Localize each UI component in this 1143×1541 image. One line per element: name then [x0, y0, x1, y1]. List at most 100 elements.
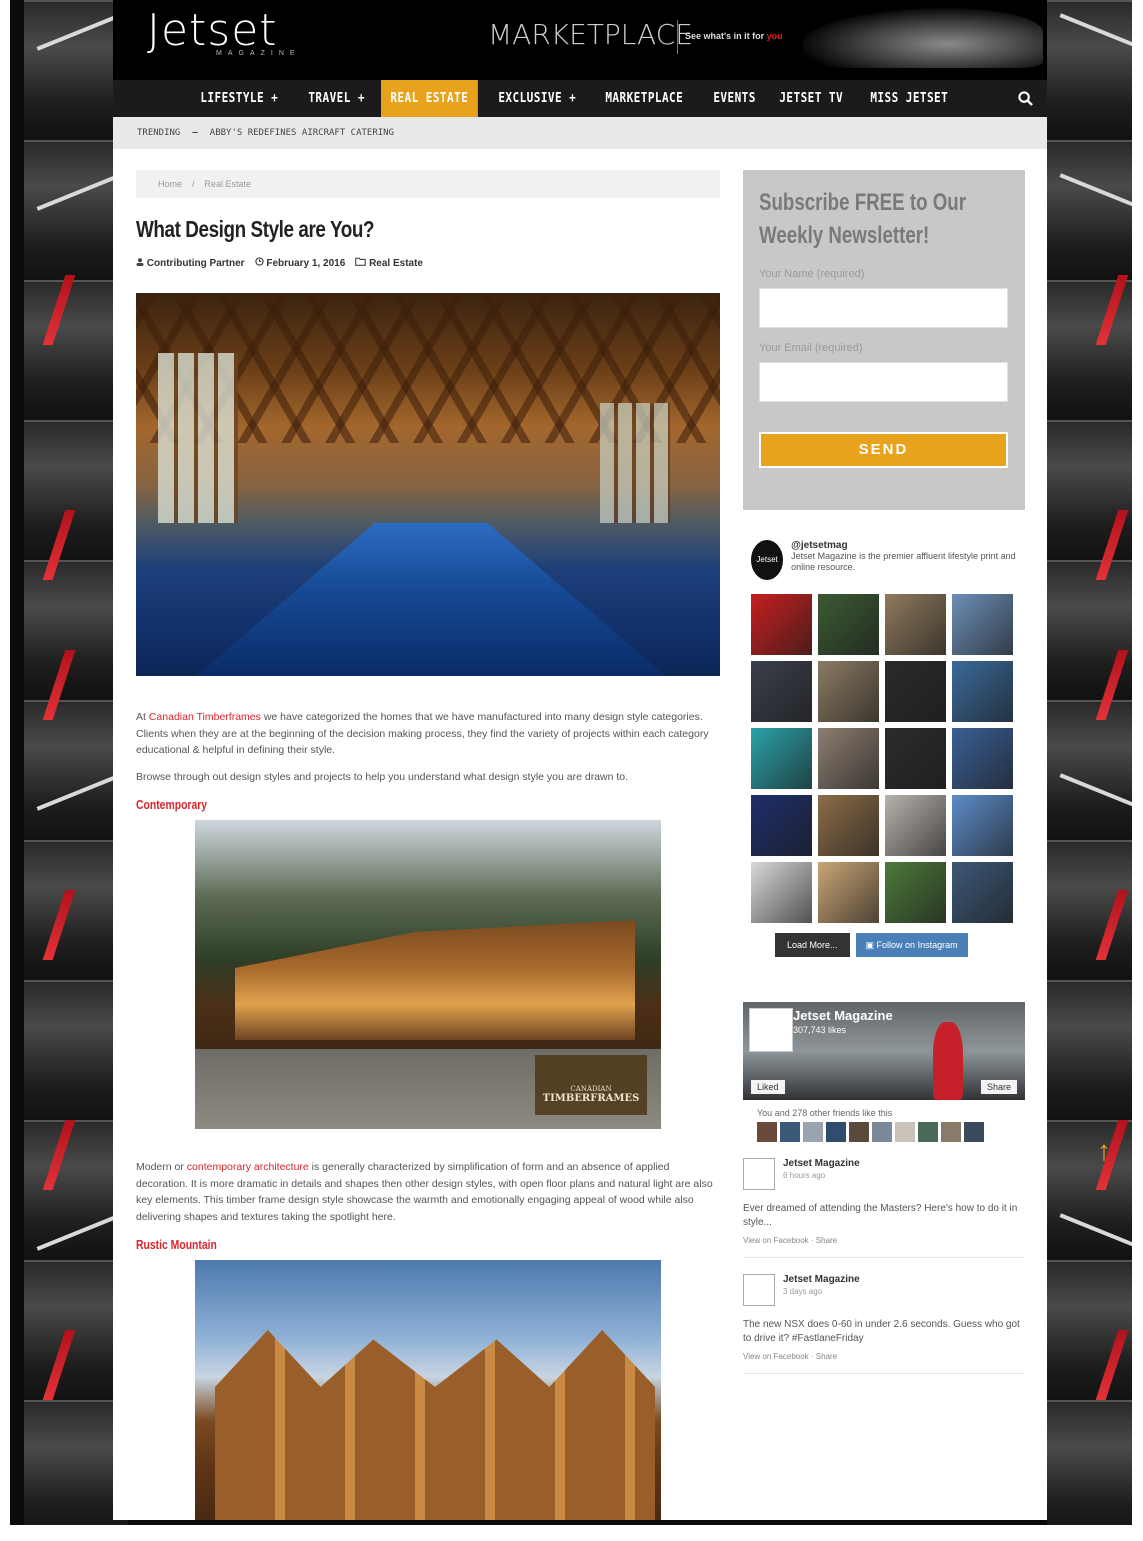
friend-avatar[interactable]: [964, 1122, 984, 1142]
post-links[interactable]: View on Facebook · Share: [743, 1352, 1025, 1361]
canadian-timberframes-logo: CANADIAN TIMBERFRAMES: [535, 1055, 647, 1115]
search-icon[interactable]: [1018, 91, 1033, 106]
post-author[interactable]: Jetset Magazine: [783, 1274, 860, 1285]
post-author[interactable]: Jetset Magazine: [783, 1158, 860, 1169]
nav-item-real-estate[interactable]: REAL ESTATE: [381, 80, 478, 117]
contemporary-house-image: CANADIAN TIMBERFRAMES: [195, 820, 661, 1129]
facebook-page-widget: Jetset Magazine 307,743 likes Liked Shar…: [743, 1002, 1025, 1100]
friend-avatar[interactable]: [757, 1122, 777, 1142]
nav-item-lifestyle[interactable]: LIFESTYLE +: [191, 80, 288, 117]
nav-item-exclusive[interactable]: EXCLUSIVE +: [489, 80, 586, 117]
trending-label: TRENDING: [137, 128, 181, 138]
nav-item-marketplace[interactable]: MARKETPLACE: [596, 80, 693, 117]
instagram-photo-tile[interactable]: [885, 661, 946, 722]
nav-item-events[interactable]: EVENTS: [704, 80, 765, 117]
site-logo[interactable]: Jetset: [147, 6, 278, 56]
name-field[interactable]: [759, 288, 1008, 328]
user-icon: [136, 257, 144, 266]
instagram-photo-tile[interactable]: [751, 862, 812, 923]
instagram-photo-tile[interactable]: [885, 862, 946, 923]
subscribe-title-line2: Weekly Newsletter!: [759, 222, 930, 249]
instagram-photo-tile[interactable]: [885, 594, 946, 655]
post-time: 3 days ago: [783, 1287, 823, 1296]
rustic-mountain-house-image: [195, 1260, 661, 1520]
instagram-photo-tile[interactable]: [952, 661, 1013, 722]
friend-avatar[interactable]: [895, 1122, 915, 1142]
instagram-photo-tile[interactable]: [952, 594, 1013, 655]
instagram-photo-tile[interactable]: [952, 728, 1013, 789]
instagram-photo-grid: [751, 594, 1025, 923]
friend-avatar[interactable]: [918, 1122, 938, 1142]
hero-window-right: [600, 403, 670, 523]
hero-pool: [196, 523, 666, 676]
instagram-photo-tile[interactable]: [751, 795, 812, 856]
date-meta: February 1, 2016: [254, 257, 345, 269]
breadcrumb-current[interactable]: Real Estate: [205, 179, 252, 189]
instagram-photo-tile[interactable]: [818, 862, 879, 923]
facebook-friends-text: You and 278 other friends like this: [757, 1108, 893, 1118]
instagram-photo-tile[interactable]: [952, 795, 1013, 856]
instagram-photo-tile[interactable]: [818, 795, 879, 856]
facebook-page-logo[interactable]: [749, 1008, 793, 1052]
friend-avatar[interactable]: [826, 1122, 846, 1142]
friend-avatar[interactable]: [872, 1122, 892, 1142]
folder-icon: [355, 257, 367, 266]
paragraph-3-prefix: Modern or: [136, 1161, 187, 1173]
category-meta[interactable]: Real Estate: [355, 257, 423, 269]
post-time: 6 hours ago: [783, 1171, 826, 1180]
article-paragraph-2: Browse through out design styles and pro…: [136, 770, 629, 783]
trending-headline[interactable]: ABBY'S REDEFINES AIRCRAFT CATERING: [210, 128, 394, 138]
instagram-icon: ▣: [865, 940, 877, 950]
instagram-photo-tile[interactable]: [751, 594, 812, 655]
banner-car-image: [803, 8, 1043, 68]
friend-avatar[interactable]: [803, 1122, 823, 1142]
follow-on-instagram-button[interactable]: ▣ Follow on Instagram: [855, 933, 968, 957]
nav-item-miss-jetset[interactable]: MISS JETSET: [861, 80, 958, 117]
instagram-handle[interactable]: @jetsetmag: [791, 540, 847, 551]
scroll-to-top-arrow-icon[interactable]: ↑: [1097, 1135, 1111, 1167]
canadian-timberframes-link[interactable]: Canadian Timberframes: [149, 711, 261, 723]
timber-logo-line2: TIMBERFRAMES: [542, 1093, 640, 1104]
post-avatar[interactable]: [743, 1158, 775, 1190]
instagram-photo-tile[interactable]: [885, 728, 946, 789]
breadcrumb-home[interactable]: Home: [158, 179, 182, 189]
contemporary-architecture-link[interactable]: contemporary architecture: [187, 1161, 309, 1173]
marketplace-banner-title[interactable]: MARKETPLACE: [488, 18, 693, 51]
paragraph-1-prefix: At: [136, 711, 149, 723]
post-links[interactable]: View on Facebook · Share: [743, 1236, 1025, 1245]
instagram-buttons: Load More... ▣ Follow on Instagram: [743, 933, 1025, 957]
marketplace-banner-tagline: See what's in it for you: [685, 31, 783, 41]
article-title: What Design Style are You?: [136, 216, 375, 242]
load-more-button[interactable]: Load More...: [775, 933, 850, 957]
breadcrumb: Home / Real Estate: [136, 170, 720, 198]
instagram-photo-tile[interactable]: [751, 728, 812, 789]
instagram-photo-tile[interactable]: [885, 795, 946, 856]
article-paragraph-1: At Canadian Timberframes we have categor…: [136, 709, 720, 759]
instagram-photo-tile[interactable]: [818, 594, 879, 655]
instagram-photo-tile[interactable]: [952, 862, 1013, 923]
send-button[interactable]: SEND: [759, 432, 1008, 468]
instagram-photo-tile[interactable]: [818, 661, 879, 722]
nav-item-travel[interactable]: TRAVEL +: [299, 80, 374, 117]
facebook-liked-button[interactable]: Liked: [751, 1080, 785, 1094]
article-paragraph-3: Modern or contemporary architecture is g…: [136, 1159, 720, 1225]
email-field[interactable]: [759, 362, 1008, 402]
instagram-photo-tile[interactable]: [751, 661, 812, 722]
post-avatar[interactable]: [743, 1274, 775, 1306]
friend-avatar[interactable]: [941, 1122, 961, 1142]
facebook-page-name[interactable]: Jetset Magazine: [793, 1008, 893, 1023]
instagram-photo-tile[interactable]: [818, 728, 879, 789]
facebook-like-count: 307,743 likes: [793, 1025, 847, 1035]
friend-avatar[interactable]: [849, 1122, 869, 1142]
breadcrumb-separator: /: [192, 179, 195, 189]
trending-bar: TRENDING — ABBY'S REDEFINES AIRCRAFT CAT…: [113, 117, 1047, 149]
instagram-avatar[interactable]: Jetset: [751, 540, 784, 580]
author-meta[interactable]: Contributing Partner: [136, 258, 245, 269]
follow-label: Follow on Instagram: [876, 940, 958, 950]
section-heading-rustic-mountain: Rustic Mountain: [136, 1237, 217, 1252]
contemporary-house-shape: [235, 920, 635, 1040]
facebook-share-button[interactable]: Share: [980, 1080, 1017, 1094]
nav-item-jetset-tv[interactable]: JETSET TV: [770, 80, 852, 117]
friend-avatar[interactable]: [780, 1122, 800, 1142]
page-container: Jetset MAGAZINE MARKETPLACE See what's i…: [113, 0, 1047, 1520]
